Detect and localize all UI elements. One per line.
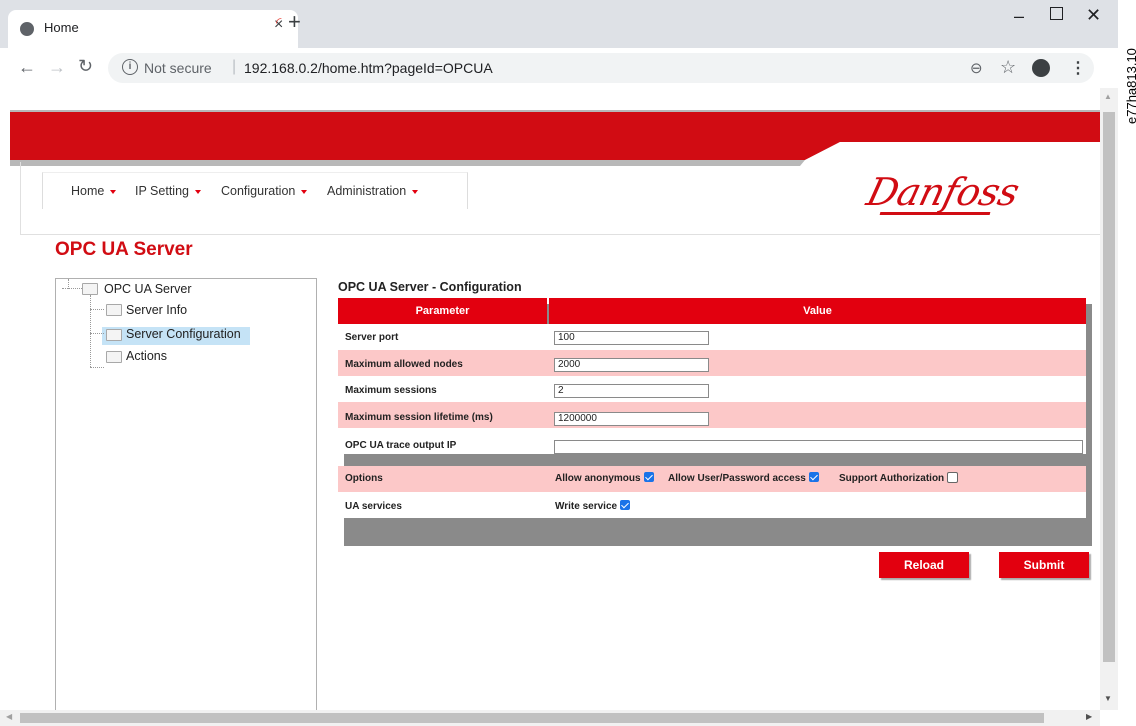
allow-anonymous-checkbox[interactable] bbox=[643, 472, 654, 483]
tree-connector bbox=[90, 295, 91, 367]
folder-icon bbox=[106, 329, 122, 341]
tree-connector bbox=[90, 309, 104, 310]
tree-connector bbox=[62, 288, 82, 289]
zoom-icon[interactable]: ⊖ bbox=[970, 59, 983, 77]
column-header-value: Value bbox=[803, 305, 832, 317]
row-label-options: Options bbox=[345, 473, 383, 484]
caret-down-icon bbox=[301, 189, 308, 194]
tree-connector bbox=[68, 279, 69, 289]
vertical-scrollbar[interactable]: ▲ ▼ bbox=[1100, 88, 1118, 710]
folder-icon bbox=[106, 304, 122, 316]
navigation-tree: OPC UA Server Server Info Server Configu… bbox=[55, 278, 317, 710]
tree-root[interactable]: OPC UA Server bbox=[104, 282, 192, 296]
trace-ip-input[interactable] bbox=[554, 440, 1083, 454]
vertical-scroll-thumb[interactable] bbox=[1103, 112, 1115, 662]
tree-item-actions[interactable]: Actions bbox=[126, 349, 167, 363]
table-row bbox=[338, 324, 1086, 350]
write-service-checkbox[interactable] bbox=[620, 500, 631, 511]
allow-user-password-checkbox[interactable] bbox=[808, 472, 819, 483]
maximize-button[interactable] bbox=[1050, 7, 1063, 20]
option-allow-anonymous[interactable]: Allow anonymous bbox=[555, 472, 654, 484]
option-allow-user-password[interactable]: Allow User/Password access bbox=[668, 472, 819, 484]
close-window-button[interactable]: ✕ bbox=[1086, 5, 1101, 26]
browser-tab[interactable]: Home × bbox=[8, 10, 298, 48]
config-title: OPC UA Server - Configuration bbox=[338, 280, 522, 294]
submit-button[interactable]: Submit bbox=[999, 552, 1089, 578]
option-support-authorization[interactable]: Support Authorization bbox=[839, 472, 959, 485]
logo-underline bbox=[879, 212, 991, 215]
write-service-label: Write service bbox=[555, 501, 618, 512]
folder-icon bbox=[106, 351, 122, 363]
scroll-right-icon[interactable]: ▶ bbox=[1086, 712, 1092, 721]
allow-anonymous-label: Allow anonymous bbox=[555, 473, 641, 484]
allow-user-password-label: Allow User/Password access bbox=[668, 473, 806, 484]
support-authorization-checkbox[interactable] bbox=[947, 472, 959, 483]
caret-down-icon bbox=[412, 189, 419, 194]
url-text[interactable]: 192.168.0.2/home.htm?pageId=OPCUA bbox=[244, 60, 493, 76]
session-lifetime-input[interactable]: 1200000 bbox=[554, 412, 709, 426]
table-row bbox=[338, 376, 1086, 402]
tab-title: Home bbox=[44, 20, 79, 35]
tree-connector bbox=[90, 333, 104, 334]
row-label-max-nodes: Maximum allowed nodes bbox=[345, 359, 463, 370]
security-status: Not secure bbox=[144, 60, 212, 76]
row-label-ua-services: UA services bbox=[345, 501, 402, 512]
row-label-server-port: Server port bbox=[345, 332, 399, 343]
minimize-button[interactable]: – bbox=[1014, 6, 1024, 27]
row-label-max-sessions: Maximum sessions bbox=[345, 385, 437, 396]
info-icon[interactable]: i bbox=[122, 59, 138, 75]
menu-icon[interactable]: ⋮ bbox=[1070, 58, 1086, 78]
nav-home[interactable]: Home bbox=[71, 184, 117, 198]
scroll-down-icon[interactable]: ▼ bbox=[1104, 694, 1112, 703]
new-tab-button[interactable]: + bbox=[288, 9, 301, 35]
row-label-session-lifetime: Maximum session lifetime (ms) bbox=[345, 412, 493, 423]
globe-icon bbox=[20, 22, 34, 36]
page-title: OPC UA Server bbox=[55, 239, 193, 260]
profile-icon[interactable] bbox=[1032, 59, 1050, 77]
max-sessions-input[interactable]: 2 bbox=[554, 384, 709, 398]
column-header-parameter: Parameter bbox=[415, 305, 470, 317]
horizontal-scroll-thumb[interactable] bbox=[20, 713, 1044, 723]
address-bar-row: ← → ↻ i Not secure | 192.168.0.2/home.ht… bbox=[0, 48, 1118, 89]
browser-tab-bar: Home × ◜ + – ✕ bbox=[0, 0, 1118, 48]
tree-connector bbox=[90, 367, 104, 368]
folder-icon bbox=[82, 283, 98, 295]
bookmark-star-icon[interactable]: ☆ bbox=[1000, 57, 1016, 78]
main-nav: Home IP Setting Configuration Administra… bbox=[42, 172, 468, 209]
url-input[interactable]: i Not secure | 192.168.0.2/home.htm?page… bbox=[108, 53, 1094, 83]
url-separator: | bbox=[232, 58, 237, 75]
option-write-service[interactable]: Write service bbox=[555, 500, 631, 512]
nav-administration[interactable]: Administration bbox=[327, 184, 419, 198]
max-nodes-input[interactable]: 2000 bbox=[554, 358, 709, 372]
reload-button[interactable]: Reload bbox=[879, 552, 969, 578]
nav-configuration[interactable]: Configuration bbox=[221, 184, 308, 198]
nav-ip-setting[interactable]: IP Setting bbox=[135, 184, 201, 198]
scroll-up-icon[interactable]: ▲ bbox=[1104, 92, 1112, 101]
reload-icon[interactable]: ↻ bbox=[78, 56, 93, 77]
loading-spinner-icon: ◜ bbox=[276, 14, 282, 30]
tree-item-server-info[interactable]: Server Info bbox=[126, 303, 187, 317]
scroll-left-icon[interactable]: ◀ bbox=[6, 712, 12, 721]
tree-item-server-configuration[interactable]: Server Configuration bbox=[126, 327, 241, 341]
header-banner bbox=[10, 112, 1100, 166]
caret-down-icon bbox=[110, 189, 117, 194]
server-port-input[interactable]: 100 bbox=[554, 331, 709, 345]
page-content: Home IP Setting Configuration Administra… bbox=[0, 88, 1100, 710]
back-arrow-icon[interactable]: ← bbox=[18, 57, 36, 78]
caret-down-icon bbox=[194, 189, 201, 194]
figure-code: e77ha813.10 bbox=[1124, 48, 1136, 124]
forward-arrow-icon[interactable]: → bbox=[48, 57, 66, 78]
danfoss-logo: Danfoss bbox=[862, 170, 1024, 214]
horizontal-scrollbar[interactable]: ◀ ▶ bbox=[0, 710, 1100, 726]
table-row bbox=[338, 492, 1086, 518]
row-label-trace-ip: OPC UA trace output IP bbox=[345, 440, 457, 451]
support-authorization-label: Support Authorization bbox=[839, 473, 945, 485]
